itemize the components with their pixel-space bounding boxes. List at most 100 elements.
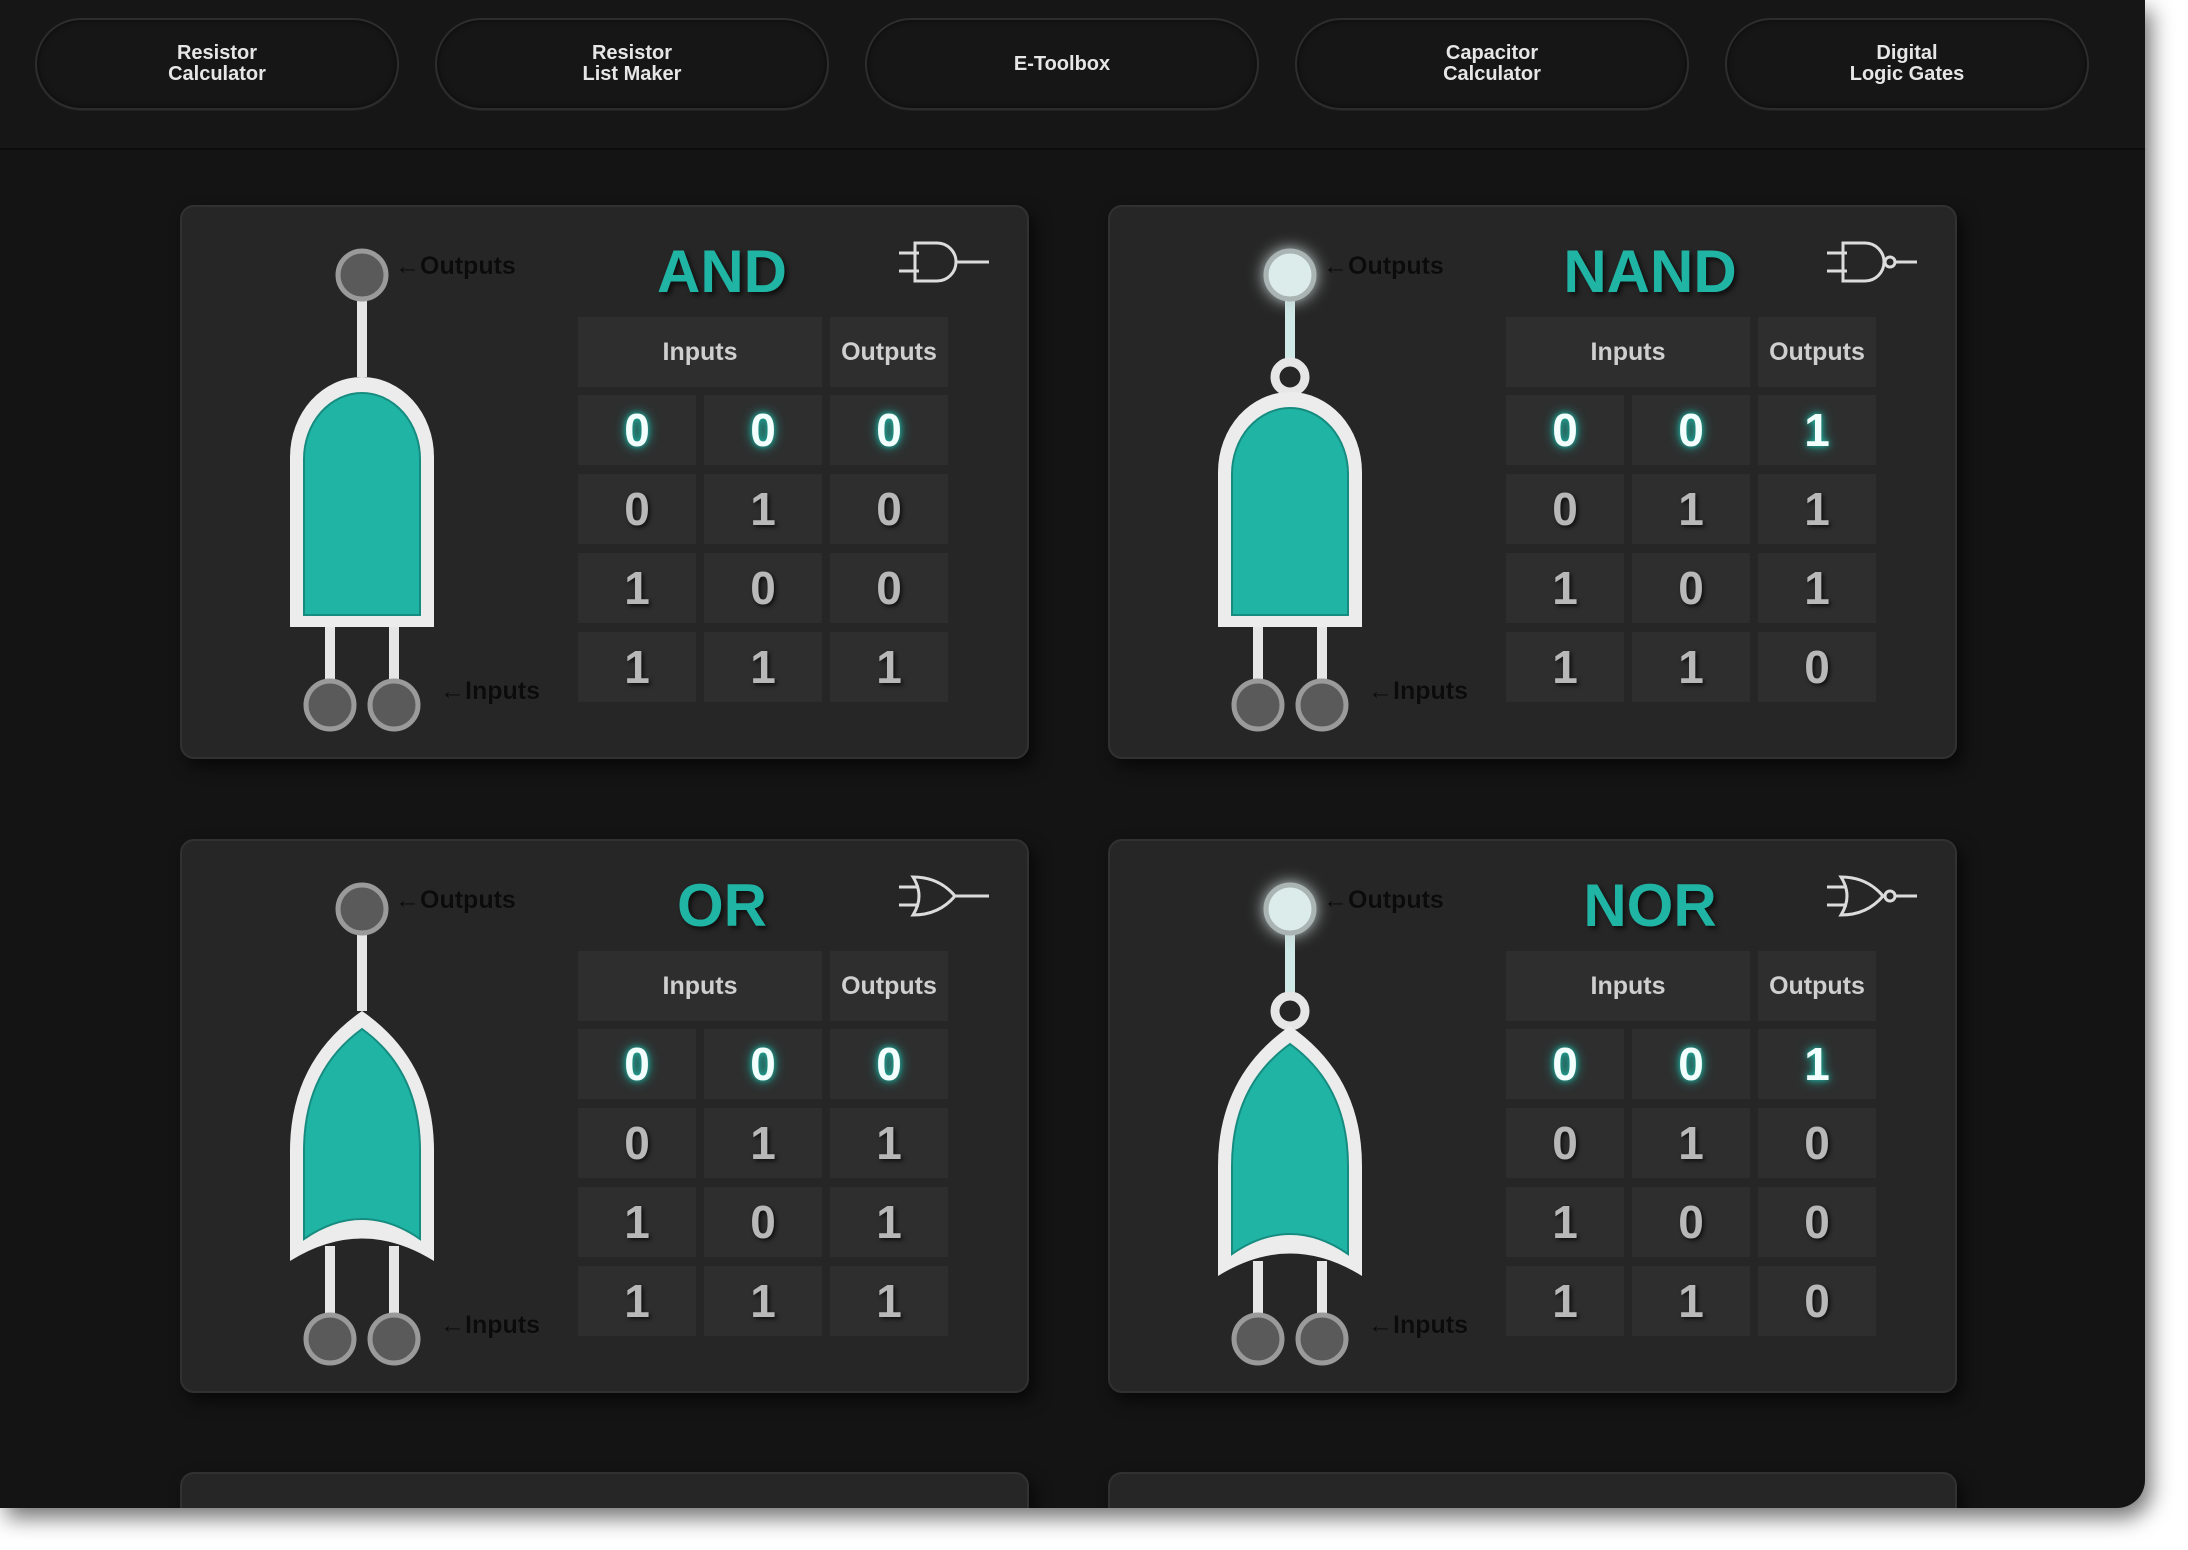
nav-e-toolbox[interactable]: E-Toolbox [865, 18, 1259, 110]
table-header-inputs: Inputs [1506, 317, 1750, 387]
table-header-outputs: Outputs [1758, 317, 1876, 387]
nav-resistor-list-maker[interactable]: Resistor List Maker [435, 18, 829, 110]
inputs-label: ←Inputs [1368, 1311, 1468, 1339]
nav-digital-logic-gates[interactable]: Digital Logic Gates [1725, 18, 2089, 110]
table-cell: 0 [704, 1187, 822, 1257]
table-cell: 1 [1506, 553, 1624, 623]
truth-table: Inputs Outputs 0 0 1 0 1 0 1 0 0 1 1 0 [1506, 951, 1878, 1341]
table-cell: 0 [1758, 632, 1876, 702]
table-header-inputs: Inputs [578, 951, 822, 1021]
table-header-inputs: Inputs [578, 317, 822, 387]
table-cell: 1 [1758, 395, 1876, 465]
table-cell: 0 [578, 1029, 696, 1099]
table-cell: 0 [1632, 395, 1750, 465]
table-cell: 1 [1758, 1029, 1876, 1099]
table-cell: 1 [830, 632, 948, 702]
inputs-label: ←Inputs [440, 677, 540, 705]
truth-table: Inputs Outputs 0 0 1 0 1 1 1 0 1 1 1 0 [1506, 317, 1878, 707]
table-cell: 1 [1758, 474, 1876, 544]
input-b-node[interactable] [367, 678, 421, 732]
outputs-label: ←Outputs [395, 886, 516, 914]
table-cell: 0 [704, 553, 822, 623]
table-cell: 1 [1632, 1266, 1750, 1336]
input-a-node[interactable] [303, 678, 357, 732]
table-cell: 1 [704, 632, 822, 702]
inputs-label: ←Inputs [1368, 677, 1468, 705]
table-cell: 0 [1506, 1029, 1624, 1099]
table-cell: 0 [830, 395, 948, 465]
inputs-label: ←Inputs [440, 1311, 540, 1339]
and-gate-diagram [1218, 248, 1362, 732]
table-cell: 0 [1632, 1187, 1750, 1257]
and-gate-symbol-icon [1827, 241, 1917, 283]
or-gate-diagram [290, 882, 434, 1366]
table-header-outputs: Outputs [1758, 951, 1876, 1021]
or-gate-symbol-icon [1827, 875, 1917, 917]
input-b-node[interactable] [1295, 678, 1349, 732]
table-cell: 0 [704, 395, 822, 465]
output-led-on [1263, 882, 1317, 936]
nav-capacitor-calculator[interactable]: Capacitor Calculator [1295, 18, 1689, 110]
table-cell: 0 [830, 553, 948, 623]
table-cell: 1 [704, 1108, 822, 1178]
nav-resistor-calculator[interactable]: Resistor Calculator [35, 18, 399, 110]
gate-card-or: OR ←Outputs ←Inputs Inputs Outputs 0 0 0 0 1 1 1 0 1 1… [180, 839, 1029, 1393]
table-cell: 1 [1758, 553, 1876, 623]
or-gate-symbol-icon [899, 875, 989, 917]
table-cell: 1 [578, 1266, 696, 1336]
table-cell: 0 [830, 474, 948, 544]
table-cell: 0 [1506, 395, 1624, 465]
gate-card-nand: NAND ←Outputs ←Inputs Inputs Outputs 0 0 1 0 1 1 1 0… [1108, 205, 1957, 759]
truth-table: Inputs Outputs 0 0 0 0 1 0 1 0 0 1 1 1 [578, 317, 950, 707]
input-a-node[interactable] [1231, 678, 1285, 732]
table-cell: 1 [1506, 632, 1624, 702]
output-led-off [335, 248, 389, 302]
outputs-label: ←Outputs [1323, 886, 1444, 914]
gate-title: NOR [1583, 872, 1717, 939]
table-cell: 1 [578, 553, 696, 623]
table-cell: 0 [578, 1108, 696, 1178]
top-navigation: Resistor Calculator Resistor List Maker … [0, 0, 2145, 150]
table-cell: 0 [704, 1029, 822, 1099]
input-b-node[interactable] [1295, 1312, 1349, 1366]
outputs-label: ←Outputs [395, 252, 516, 280]
output-led-off [335, 882, 389, 936]
output-led-on [1263, 248, 1317, 302]
table-cell: 1 [578, 632, 696, 702]
gate-title: NAND [1563, 238, 1737, 305]
table-header-outputs: Outputs [830, 951, 948, 1021]
table-cell: 0 [1632, 1029, 1750, 1099]
table-cell: 0 [1506, 1108, 1624, 1178]
gate-title: AND [657, 238, 787, 305]
table-cell: 0 [578, 395, 696, 465]
table-header-inputs: Inputs [1506, 951, 1750, 1021]
table-cell: 0 [578, 474, 696, 544]
or-gate-diagram [1218, 882, 1362, 1366]
table-cell: 0 [1632, 553, 1750, 623]
gate-card-partial [1108, 1472, 1957, 1508]
table-cell: 0 [830, 1029, 948, 1099]
input-a-node[interactable] [1231, 1312, 1285, 1366]
table-cell: 0 [1506, 474, 1624, 544]
table-cell: 1 [704, 474, 822, 544]
table-cell: 1 [1632, 1108, 1750, 1178]
gate-title: OR [677, 872, 767, 939]
gate-card-partial [180, 1472, 1029, 1508]
table-cell: 1 [578, 1187, 696, 1257]
outputs-label: ←Outputs [1323, 252, 1444, 280]
app-window: Resistor Calculator Resistor List Maker … [0, 0, 2145, 1508]
gate-card-and: AND ←Outputs ←Inputs Inputs Outputs 0 0 0 0 1 0 1 0 0… [180, 205, 1029, 759]
gate-card-nor: NOR ←Outputs ←Inputs Inputs Outputs 0 0 1 0 1 0 1 0 0… [1108, 839, 1957, 1393]
truth-table: Inputs Outputs 0 0 0 0 1 1 1 0 1 1 1 1 [578, 951, 950, 1341]
table-cell: 1 [1506, 1266, 1624, 1336]
and-gate-diagram [290, 248, 434, 732]
input-a-node[interactable] [303, 1312, 357, 1366]
table-cell: 1 [830, 1266, 948, 1336]
table-header-outputs: Outputs [830, 317, 948, 387]
table-cell: 1 [1632, 474, 1750, 544]
table-cell: 0 [1758, 1108, 1876, 1178]
table-cell: 1 [704, 1266, 822, 1336]
input-b-node[interactable] [367, 1312, 421, 1366]
table-cell: 0 [1758, 1266, 1876, 1336]
table-cell: 1 [1632, 632, 1750, 702]
